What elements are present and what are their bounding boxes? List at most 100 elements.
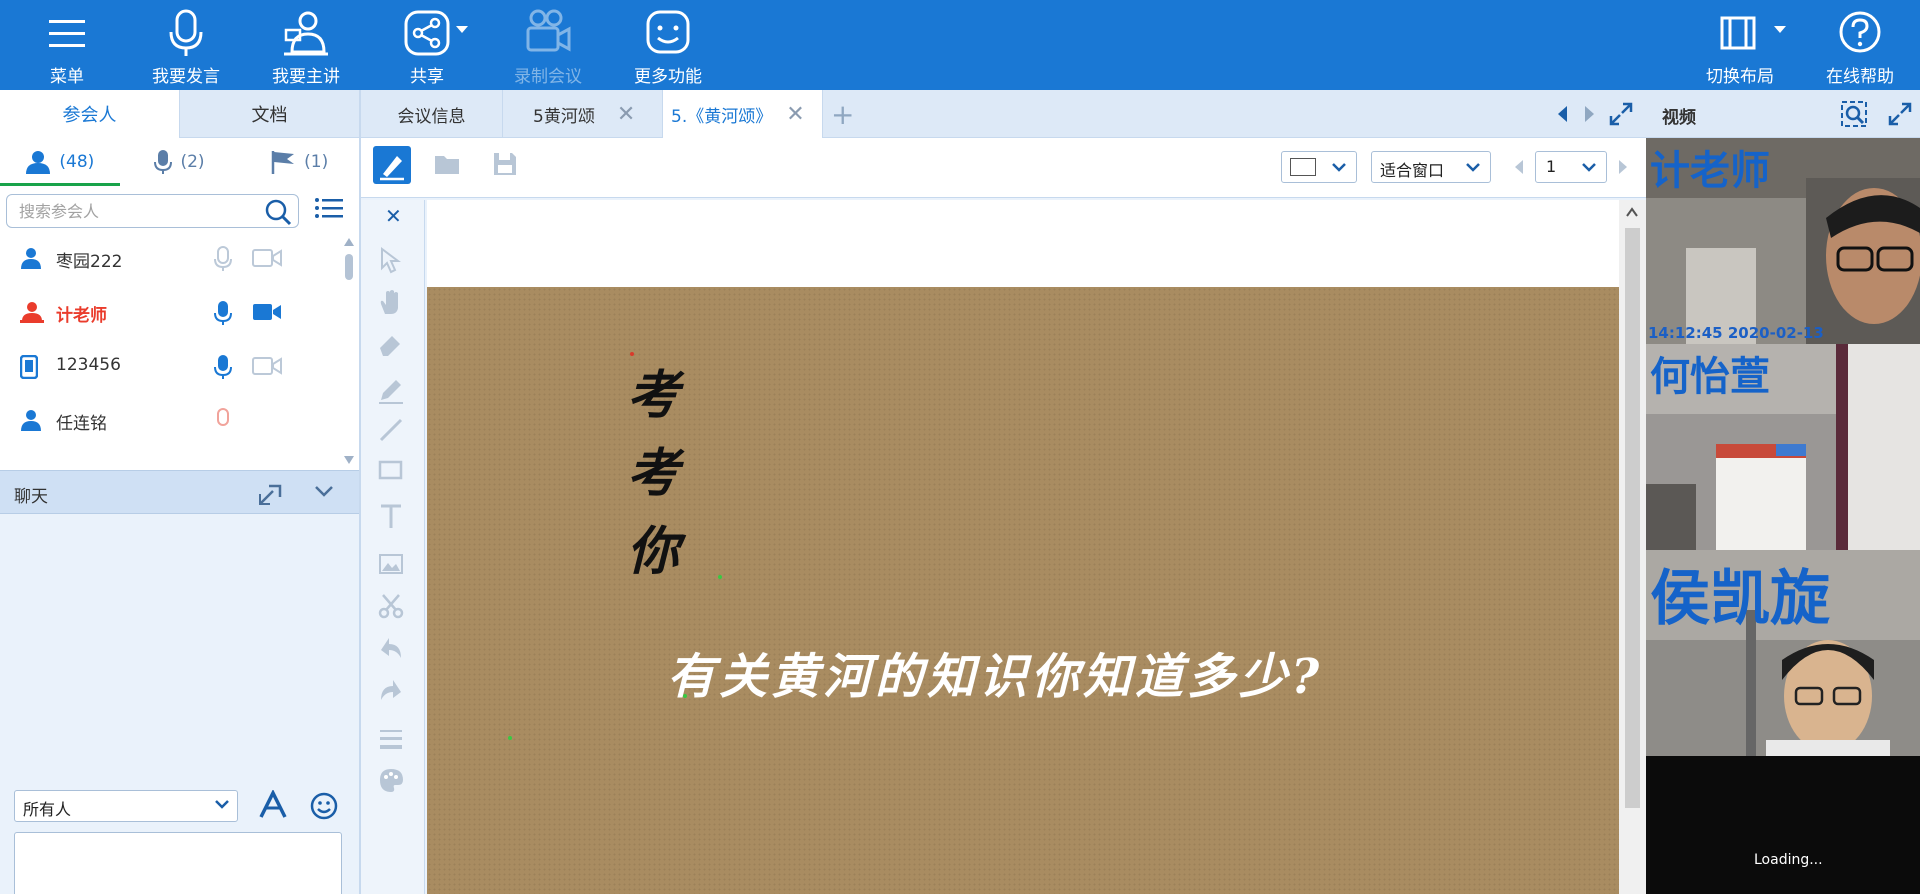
scroll-up-icon[interactable]: [1625, 206, 1639, 218]
image-icon[interactable]: [377, 550, 405, 578]
line-width-icon[interactable]: [377, 724, 405, 752]
chat-messages[interactable]: [0, 514, 359, 802]
present-button[interactable]: 我要主讲: [266, 0, 346, 90]
tab-label: 5.《黄河颂》: [671, 107, 773, 127]
presenter-icon: [284, 11, 328, 56]
camera-on-icon[interactable]: [252, 302, 282, 322]
share-dropdown-icon[interactable]: [456, 26, 468, 33]
video-feed[interactable]: 何怡萱: [1646, 344, 1920, 550]
stat-hands[interactable]: (1): [239, 138, 359, 186]
prev-page-icon[interactable]: [1513, 158, 1525, 176]
participant-row[interactable]: 任连铭: [0, 394, 340, 448]
page-select[interactable]: 1: [1535, 151, 1607, 183]
add-tab-icon[interactable]: +: [831, 98, 854, 131]
close-icon[interactable]: ✕: [617, 102, 635, 127]
chat-input[interactable]: [14, 832, 342, 894]
layout-dropdown-icon[interactable]: [1774, 26, 1786, 33]
video-name: 何怡萱: [1650, 353, 1770, 400]
close-tools-icon[interactable]: ✕: [385, 204, 402, 228]
expand-icon[interactable]: [1888, 102, 1912, 126]
save-icon[interactable]: [491, 150, 519, 178]
stat-speakers[interactable]: (2): [120, 138, 240, 186]
participant-scrollbar[interactable]: [342, 232, 356, 470]
video-feed[interactable]: 侯凯旋: [1646, 550, 1920, 756]
camera-off-icon[interactable]: [252, 248, 282, 268]
close-icon[interactable]: ✕: [786, 102, 804, 127]
tab-documents[interactable]: 文档: [179, 90, 359, 138]
microphone-off-icon[interactable]: [214, 408, 232, 434]
tab-meeting-info[interactable]: 会议信息: [361, 90, 503, 138]
chevron-down-icon[interactable]: [314, 485, 334, 499]
help-icon: [1839, 11, 1881, 53]
scissors-icon[interactable]: [377, 592, 405, 620]
next-page-icon[interactable]: [1617, 158, 1629, 176]
record-button[interactable]: 录制会议: [508, 0, 588, 90]
participant-name: 任连铭: [56, 414, 107, 434]
text-icon[interactable]: [377, 502, 405, 530]
palette-icon[interactable]: [377, 766, 405, 794]
zoom-mode-select[interactable]: 适合窗口: [1371, 151, 1491, 183]
page-value: 1: [1546, 157, 1557, 176]
whiteboard-canvas[interactable]: 考 考 你 有关黄河的知识你知道多少?: [427, 200, 1619, 894]
chevron-down-icon: [1582, 163, 1596, 172]
camera-off-icon[interactable]: [252, 356, 282, 376]
participant-stats: (48) (2) (1): [0, 138, 359, 186]
video-zoom-icon[interactable]: [1840, 100, 1868, 128]
video-feed[interactable]: 计老师 14:12:45 2020-02-13: [1646, 138, 1920, 344]
annotation-tools: ✕: [361, 200, 425, 894]
pointer-icon[interactable]: [377, 246, 405, 274]
document-tabs: 会议信息 5黄河颂 ✕ 5.《黄河颂》 ✕ +: [361, 90, 1646, 139]
redo-icon[interactable]: [377, 676, 405, 704]
next-tab-icon[interactable]: [1583, 104, 1597, 124]
line-icon[interactable]: [377, 416, 405, 444]
search-input[interactable]: [19, 199, 259, 223]
slide-title-char: 考: [627, 443, 680, 504]
share-icon: [404, 10, 450, 56]
search-icon[interactable]: [264, 198, 292, 226]
switch-layout-button[interactable]: 切换布局: [1700, 0, 1786, 90]
popout-icon[interactable]: [258, 482, 284, 506]
tab-document-1[interactable]: 5黄河颂 ✕: [503, 90, 663, 138]
annotate-button[interactable]: [373, 146, 411, 184]
rectangle-icon[interactable]: [377, 456, 405, 484]
video-title: 视频: [1662, 108, 1696, 128]
tab-document-2[interactable]: 5.《黄河颂》 ✕: [663, 90, 823, 139]
folder-icon[interactable]: [433, 150, 461, 178]
microphone-on-icon[interactable]: [214, 300, 232, 326]
top-toolbar: 菜单 我要发言 我要主讲 共享 录制会议 更多功能 切换布局 在线帮助: [0, 0, 1920, 90]
eraser-icon[interactable]: [377, 330, 405, 358]
mobile-phone-icon: [20, 355, 38, 379]
stat-participants[interactable]: (48): [0, 138, 120, 186]
font-icon[interactable]: [258, 790, 288, 820]
host-icon: [20, 302, 44, 323]
hand-count: (1): [304, 152, 329, 172]
pen-icon[interactable]: [377, 376, 405, 404]
canvas-scrollbar[interactable]: [1619, 200, 1646, 894]
participant-row[interactable]: 枣园222: [0, 232, 340, 286]
share-button[interactable]: 共享: [402, 0, 468, 90]
flag-icon: [271, 151, 295, 174]
participant-row[interactable]: 计老师: [0, 286, 340, 340]
online-help-button[interactable]: 在线帮助: [1820, 0, 1900, 90]
fullscreen-icon[interactable]: [1609, 102, 1633, 126]
hand-icon[interactable]: [377, 288, 405, 316]
chat-recipient-select[interactable]: 所有人: [14, 790, 238, 822]
menu-button[interactable]: 菜单: [42, 0, 92, 90]
more-button[interactable]: 更多功能: [628, 0, 708, 90]
tab-label: 5黄河颂: [533, 106, 595, 127]
slide-title-char: 你: [627, 521, 680, 582]
speak-button[interactable]: 我要发言: [146, 0, 226, 90]
microphone-off-icon[interactable]: [214, 246, 232, 272]
tab-participants[interactable]: 参会人: [0, 90, 179, 138]
slide-subtitle: 有关黄河的知识你知道多少?: [667, 649, 1324, 705]
help-label: 在线帮助: [1826, 67, 1894, 87]
video-name: 计老师: [1650, 147, 1770, 194]
participant-row[interactable]: 123456: [0, 340, 340, 394]
microphone-on-icon[interactable]: [214, 354, 232, 380]
undo-icon[interactable]: [377, 634, 405, 662]
emoji-icon[interactable]: [310, 792, 338, 820]
scroll-thumb[interactable]: [1625, 228, 1640, 808]
list-view-icon[interactable]: [314, 196, 344, 220]
prev-tab-icon[interactable]: [1555, 104, 1569, 124]
color-select[interactable]: [1281, 151, 1357, 183]
